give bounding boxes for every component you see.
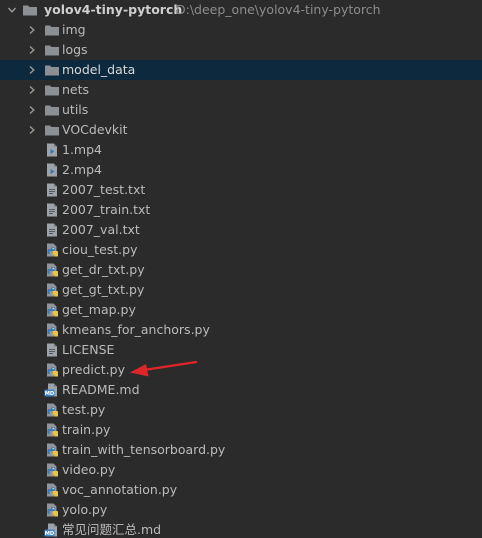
tree-file-voc-annotation-py[interactable]: voc_annotation.py — [0, 480, 482, 500]
tree-item-label: logs — [62, 42, 88, 57]
video-file-icon — [44, 162, 60, 178]
svg-text:MD: MD — [45, 391, 55, 397]
python-file-icon — [44, 502, 60, 518]
tree-item-label: get_map.py — [62, 302, 136, 317]
python-file-icon — [44, 302, 60, 318]
project-name: yolov4-tiny-pytorch — [44, 2, 183, 17]
tree-item-label: 常见问题汇总.md — [62, 522, 162, 537]
chevron-down-icon[interactable] — [6, 0, 18, 20]
tree-file-2007-train-txt[interactable]: 2007_train.txt — [0, 200, 482, 220]
tree-item-label: VOCdevkit — [62, 122, 128, 137]
python-file-icon — [44, 262, 60, 278]
tree-folder-model-data[interactable]: model_data — [0, 60, 482, 80]
folder-icon — [44, 102, 60, 118]
tree-item-label: voc_annotation.py — [62, 482, 178, 497]
python-file-icon — [44, 362, 60, 378]
tree-folder-utils[interactable]: utils — [0, 100, 482, 120]
tree-file-license[interactable]: LICENSE — [0, 340, 482, 360]
tree-item-label: img — [62, 22, 86, 37]
python-file-icon — [44, 422, 60, 438]
tree-item-label: nets — [62, 82, 90, 97]
tree-item-label: yolo.py — [62, 502, 108, 517]
tree-file-2-mp4[interactable]: 2.mp4 — [0, 160, 482, 180]
chevron-right-icon[interactable] — [26, 100, 38, 120]
project-tree: yolov4-tiny-pytorch D:\deep_one\yolov4-t… — [0, 0, 482, 538]
python-file-icon — [44, 242, 60, 258]
tree-root-project[interactable]: yolov4-tiny-pytorch D:\deep_one\yolov4-t… — [0, 0, 482, 20]
markdown-file-icon: MD — [44, 522, 60, 538]
python-file-icon — [44, 462, 60, 478]
folder-icon — [44, 82, 60, 98]
tree-item-label: ciou_test.py — [62, 242, 138, 257]
tree-folder-vocdevkit[interactable]: VOCdevkit — [0, 120, 482, 140]
tree-item-label: predict.py — [62, 362, 125, 377]
text-file-icon — [44, 202, 60, 218]
tree-folder-img[interactable]: img — [0, 20, 482, 40]
tree-folder-logs[interactable]: logs — [0, 40, 482, 60]
tree-item-label: train_with_tensorboard.py — [62, 442, 226, 457]
text-file-icon — [44, 342, 60, 358]
project-path: D:\deep_one\yolov4-tiny-pytorch — [176, 2, 381, 17]
tree-item-label: kmeans_for_anchors.py — [62, 322, 210, 337]
tree-file-test-py[interactable]: test.py — [0, 400, 482, 420]
tree-file-get-dr-txt-py[interactable]: get_dr_txt.py — [0, 260, 482, 280]
tree-file-kmeans-for-anchors-py[interactable]: kmeans_for_anchors.py — [0, 320, 482, 340]
folder-icon — [44, 62, 60, 78]
python-file-icon — [44, 282, 60, 298]
text-file-icon — [44, 182, 60, 198]
tree-file-get-gt-txt-py[interactable]: get_gt_txt.py — [0, 280, 482, 300]
tree-file-video-py[interactable]: video.py — [0, 460, 482, 480]
tree-item-label: 2007_test.txt — [62, 182, 146, 197]
tree-item-label: model_data — [62, 62, 136, 77]
text-file-icon — [44, 222, 60, 238]
tree-item-label: test.py — [62, 402, 106, 417]
tree-file-md[interactable]: MD 常见问题汇总.md — [0, 520, 482, 538]
chevron-right-icon[interactable] — [26, 20, 38, 40]
tree-file-1-mp4[interactable]: 1.mp4 — [0, 140, 482, 160]
tree-file-readme-md[interactable]: MD README.md — [0, 380, 482, 400]
tree-item-label: README.md — [62, 382, 140, 397]
tree-item-label: 2.mp4 — [62, 162, 102, 177]
video-file-icon — [44, 142, 60, 158]
tree-file-train-py[interactable]: train.py — [0, 420, 482, 440]
chevron-right-icon[interactable] — [26, 80, 38, 100]
tree-file-2007-test-txt[interactable]: 2007_test.txt — [0, 180, 482, 200]
tree-item-label: get_gt_txt.py — [62, 282, 145, 297]
tree-item-label: utils — [62, 102, 89, 117]
folder-icon — [44, 22, 60, 38]
tree-item-label: train.py — [62, 422, 111, 437]
tree-file-ciou-test-py[interactable]: ciou_test.py — [0, 240, 482, 260]
tree-item-label: 2007_val.txt — [62, 222, 140, 237]
folder-icon — [44, 122, 60, 138]
tree-item-label: get_dr_txt.py — [62, 262, 145, 277]
tree-item-label: 2007_train.txt — [62, 202, 151, 217]
tree-file-predict-py[interactable]: predict.py — [0, 360, 482, 380]
tree-item-label: LICENSE — [62, 342, 115, 357]
folder-icon — [22, 2, 38, 18]
folder-icon — [44, 42, 60, 58]
tree-item-label: 1.mp4 — [62, 142, 102, 157]
tree-item-label: video.py — [62, 462, 116, 477]
tree-file-2007-val-txt[interactable]: 2007_val.txt — [0, 220, 482, 240]
python-file-icon — [44, 322, 60, 338]
tree-folder-nets[interactable]: nets — [0, 80, 482, 100]
tree-file-yolo-py[interactable]: yolo.py — [0, 500, 482, 520]
python-file-icon — [44, 482, 60, 498]
python-file-icon — [44, 402, 60, 418]
chevron-right-icon[interactable] — [26, 60, 38, 80]
tree-file-get-map-py[interactable]: get_map.py — [0, 300, 482, 320]
chevron-right-icon[interactable] — [26, 40, 38, 60]
tree-file-train-with-tensorboard-py[interactable]: train_with_tensorboard.py — [0, 440, 482, 460]
python-file-icon — [44, 442, 60, 458]
markdown-file-icon: MD — [44, 382, 60, 398]
chevron-right-icon[interactable] — [26, 120, 38, 140]
svg-text:MD: MD — [45, 531, 55, 537]
